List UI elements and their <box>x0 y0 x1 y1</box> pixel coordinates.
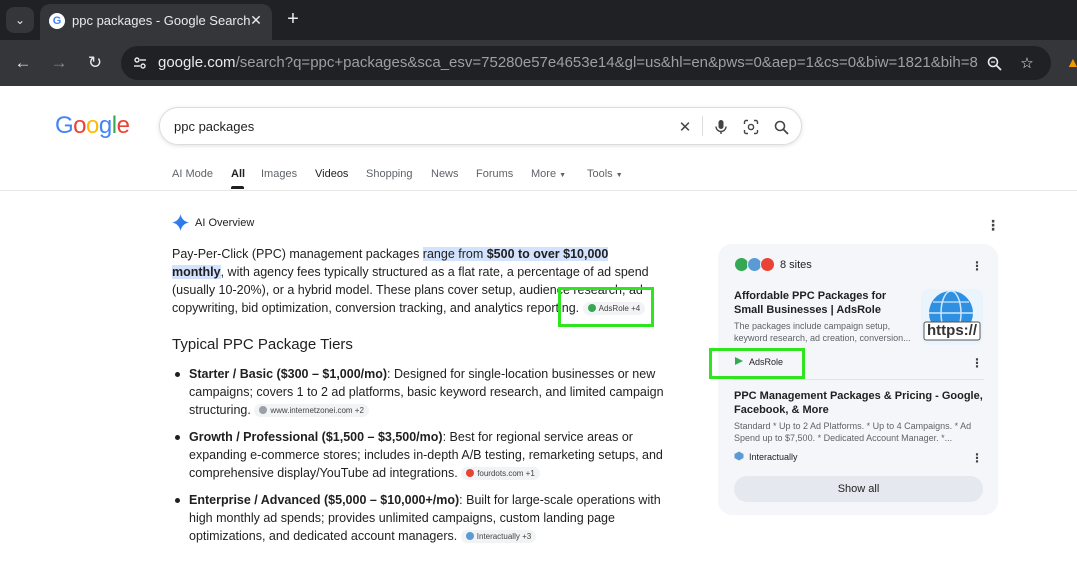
fourdots-logo-icon <box>466 469 475 477</box>
chip-label: Interactually +3 <box>476 532 532 541</box>
source-snippet: The packages include campaign setup, key… <box>734 321 911 343</box>
source-chip[interactable]: fourdots.com +1 <box>461 467 540 480</box>
sources-more-vertical-icon[interactable]: ⋮ <box>971 259 983 273</box>
ai-overview-label: AI Overview <box>195 217 255 229</box>
annotation-highlight-box <box>558 287 654 327</box>
source-site-name: Interactually <box>749 452 798 462</box>
url-host: google.com <box>158 54 236 71</box>
tab-tools-label: Tools <box>587 168 613 180</box>
tab-search-chevron-icon[interactable]: ⌄ <box>6 7 34 33</box>
tab-news[interactable]: News <box>431 168 459 180</box>
source-snippet: Standard * Up to 2 Ad Platforms. * Up to… <box>734 421 972 443</box>
bookmark-star-icon[interactable]: ☆ <box>1016 52 1038 74</box>
browser-tabstrip: ⌄ G ppc packages - Google Search ✕ + <box>0 0 1077 40</box>
address-bar[interactable]: google.com/search?q=ppc+packages&sca_esv… <box>121 46 1051 80</box>
browser-toolbar: ← → ↻ google.com/search?q=ppc+packages&s… <box>0 40 1077 86</box>
source-more-vertical-icon[interactable]: ⋮ <box>971 356 983 370</box>
sites-count[interactable]: 8 sites <box>780 259 812 271</box>
forward-arrow-icon[interactable]: → <box>48 52 70 74</box>
thumbnail-text: https:// <box>927 322 977 339</box>
source-title[interactable]: PPC Management Packages & Pricing - Goog… <box>734 389 984 417</box>
browser-tab[interactable]: G ppc packages - Google Search ✕ <box>40 4 272 40</box>
tab-forums[interactable]: Forums <box>476 168 513 180</box>
source-chip[interactable]: www.internetzonei.com +2 <box>254 404 369 417</box>
source-favicons <box>734 257 778 273</box>
globe-icon <box>259 406 268 414</box>
reload-icon[interactable]: ↻ <box>84 52 106 74</box>
tiers-heading: Typical PPC Package Tiers <box>172 336 353 353</box>
show-all-button[interactable]: Show all <box>734 476 983 502</box>
tab-more[interactable]: More ▼ <box>531 168 566 180</box>
intro-highlight-text: range from <box>422 247 487 261</box>
logo-letter: G <box>55 112 74 139</box>
tab-images[interactable]: Images <box>261 168 297 180</box>
annotation-highlight-box <box>709 348 805 379</box>
chip-label: www.internetzonei.com +2 <box>270 406 364 415</box>
search-box-divider <box>702 116 703 136</box>
extension-icon[interactable]: ▲ <box>1066 54 1077 70</box>
chip-label: fourdots.com +1 <box>477 469 535 478</box>
source-thumbnail-https-globe[interactable]: https:// <box>921 289 983 345</box>
tier-title: Enterprise / Advanced ($5,000 – $10,000+… <box>189 493 460 507</box>
tier-text: Growth / Professional ($1,500 – $3,500/m… <box>189 428 667 482</box>
source-site[interactable]: Interactually <box>734 451 798 462</box>
tab-close-icon[interactable]: ✕ <box>247 11 265 29</box>
logo-letter: o <box>73 112 87 139</box>
tab-title: ppc packages - Google Search <box>72 13 251 28</box>
tab-shopping[interactable]: Shopping <box>366 168 413 180</box>
intro-text: Pay-Per-Click (PPC) management packages <box>172 247 423 261</box>
active-tab-indicator <box>231 186 244 189</box>
source-title[interactable]: Affordable PPC Packages for Small Busine… <box>734 289 914 317</box>
tier-title: Starter / Basic ($300 – $1,000/mo) <box>189 367 388 381</box>
microphone-icon[interactable] <box>710 116 732 138</box>
fourdots-favicon-icon <box>760 257 775 272</box>
tier-text: Starter / Basic ($300 – $1,000/mo): Desi… <box>189 365 667 419</box>
tier-title: Growth / Professional ($1,500 – $3,500/m… <box>189 430 443 444</box>
source-divider <box>734 379 984 380</box>
bullet-dot <box>175 372 180 377</box>
lens-camera-icon[interactable] <box>740 116 762 138</box>
bullet-dot <box>175 435 180 440</box>
interactually-logo-icon <box>734 451 744 461</box>
source-chip[interactable]: Interactually +3 <box>460 530 537 543</box>
bullet-dot <box>175 498 180 503</box>
tier-text: Enterprise / Advanced ($5,000 – $10,000+… <box>189 491 667 545</box>
site-info-tune-icon[interactable] <box>129 52 151 74</box>
logo-letter: g <box>98 112 112 139</box>
google-logo[interactable]: Google <box>55 112 130 140</box>
source-more-vertical-icon[interactable]: ⋮ <box>971 451 983 465</box>
sources-panel: 8 sites ⋮ Affordable PPC Packages for Sm… <box>718 244 998 515</box>
google-favicon-icon: G <box>49 13 65 29</box>
interactually-logo-icon <box>465 532 474 540</box>
url-text[interactable]: google.com/search?q=ppc+packages&sca_esv… <box>158 54 978 71</box>
logo-letter: o <box>86 112 99 139</box>
tab-more-label: More <box>531 168 557 180</box>
search-box: ✕ <box>159 107 802 145</box>
back-arrow-icon[interactable]: ← <box>12 52 34 74</box>
caret-down-icon: ▼ <box>615 172 623 179</box>
new-tab-plus-icon[interactable]: + <box>283 9 303 29</box>
url-path: /search?q=ppc+packages&sca_esv=75280e57e… <box>235 54 978 71</box>
caret-down-icon: ▼ <box>559 172 567 179</box>
search-input[interactable] <box>174 116 654 136</box>
gemini-sparkle-icon <box>172 214 189 231</box>
search-magnifier-icon[interactable] <box>770 116 792 138</box>
ai-overview-more-vertical-icon[interactable]: ⋮ <box>986 218 1000 232</box>
tab-all[interactable]: All <box>231 168 245 180</box>
tab-tools[interactable]: Tools ▼ <box>587 168 623 180</box>
tab-videos[interactable]: Videos <box>315 168 348 180</box>
clear-x-icon[interactable]: ✕ <box>674 116 696 138</box>
logo-letter: e <box>116 112 130 139</box>
tabs-divider <box>0 190 1077 191</box>
tab-ai-mode[interactable]: AI Mode <box>172 168 213 180</box>
zoom-magnifier-icon[interactable] <box>983 52 1005 74</box>
